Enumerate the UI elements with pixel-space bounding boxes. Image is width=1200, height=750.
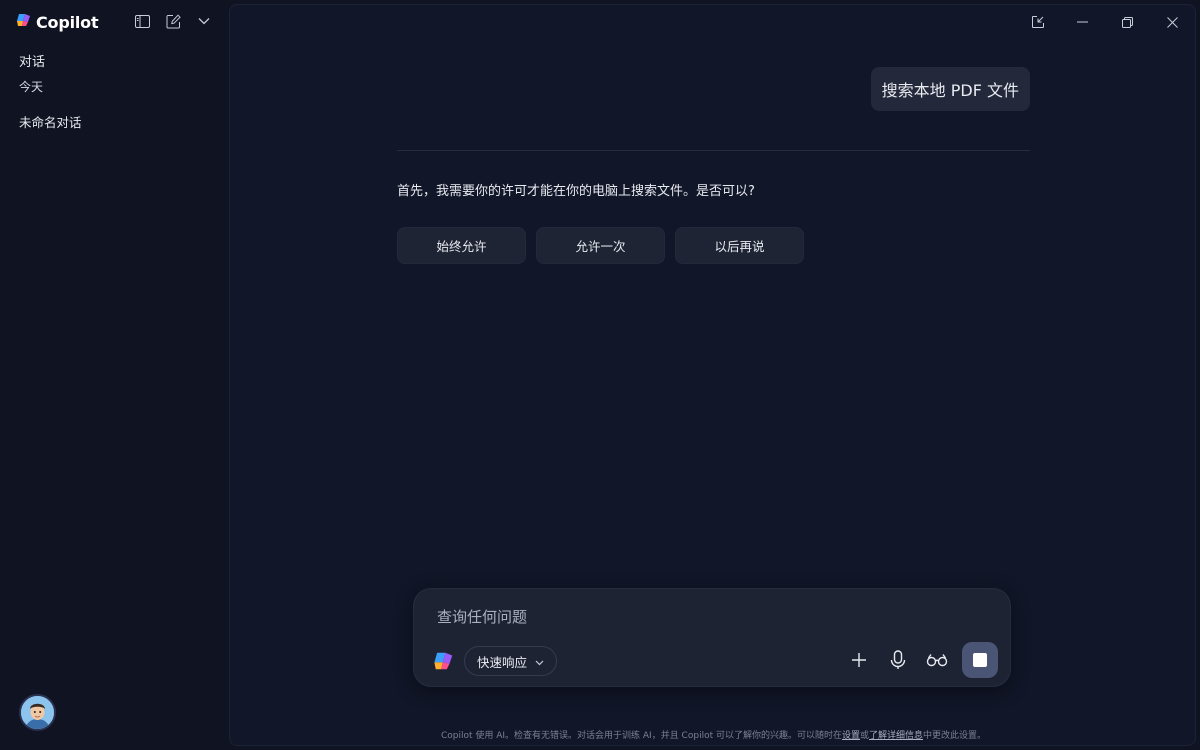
main-panel: 搜索本地 PDF 文件 首先，我需要你的许可才能在你的电脑上搜索文件。是否可以?…	[229, 4, 1196, 746]
chevron-down-icon[interactable]	[196, 12, 212, 30]
close-icon[interactable]	[1150, 5, 1195, 39]
settings-link[interactable]: 设置	[842, 731, 860, 741]
brand-name: Copilot	[36, 12, 99, 32]
restore-icon[interactable]	[1105, 5, 1150, 39]
copilot-logo-icon	[16, 12, 32, 32]
later-button[interactable]: 以后再说	[675, 227, 804, 264]
footer-text: Copilot 使用 AI。检查有无错误。对话会用于训练 AI，并且 Copil…	[440, 731, 842, 741]
sidebar-toolbar	[134, 12, 212, 30]
plus-icon[interactable]	[845, 642, 873, 678]
composer-input[interactable]	[437, 608, 977, 626]
sidebar-group-label: 今天	[19, 80, 44, 94]
minimize-icon[interactable]	[1060, 5, 1105, 39]
mode-select[interactable]: 快速响应	[464, 646, 558, 676]
stop-icon	[973, 653, 987, 667]
conversation-item[interactable]: 未命名对话	[19, 112, 82, 131]
copilot-logo-icon	[433, 650, 455, 672]
window-controls	[1015, 5, 1195, 39]
popout-icon[interactable]	[1015, 5, 1060, 39]
avatar[interactable]	[19, 694, 56, 731]
allow-once-button[interactable]: 允许一次	[536, 227, 665, 264]
chevron-down-icon	[535, 654, 544, 669]
microphone-icon[interactable]	[884, 642, 912, 678]
permission-choices: 始终允许 允许一次 以后再说	[397, 227, 804, 264]
footer-text-end: 中更改此设置。	[923, 731, 987, 741]
stop-button[interactable]	[962, 642, 998, 678]
sidebar-toggle-icon[interactable]	[134, 12, 150, 30]
composer: 快速响应	[413, 588, 1011, 687]
sidebar-heading: 对话	[19, 55, 46, 70]
user-message: 搜索本地 PDF 文件	[870, 67, 1030, 111]
footer-disclaimer: Copilot 使用 AI。检查有无错误。对话会用于训练 AI，并且 Copil…	[230, 728, 1197, 741]
glasses-icon[interactable]	[923, 642, 951, 678]
composer-actions	[845, 642, 998, 678]
always-allow-button[interactable]: 始终允许	[397, 227, 526, 264]
footer-text-middle: 或	[859, 731, 869, 741]
new-chat-icon[interactable]	[165, 12, 181, 30]
assistant-message: 首先，我需要你的许可才能在你的电脑上搜索文件。是否可以?	[397, 184, 755, 199]
sidebar: Copilot 对话 今天 未命名对话	[0, 0, 229, 750]
brand[interactable]: Copilot	[16, 11, 99, 33]
divider	[397, 150, 1030, 151]
learn-more-link[interactable]: 了解详细信息	[869, 731, 923, 741]
mode-label: 快速响应	[477, 654, 528, 670]
